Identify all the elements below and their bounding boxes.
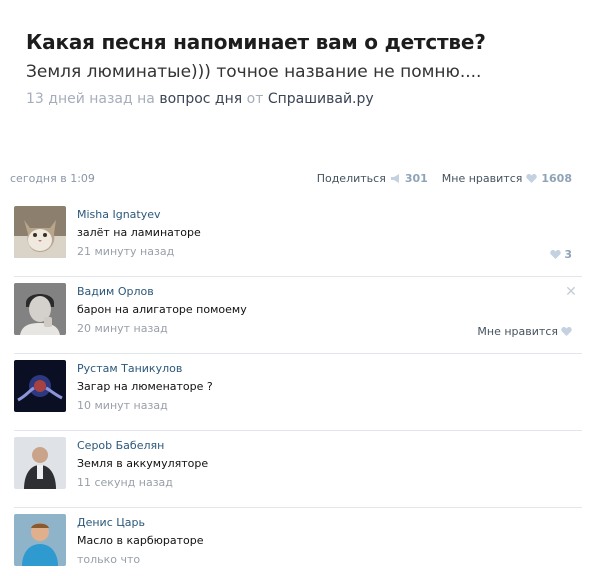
comment-item: Серob Бабелян Земля в аккумуляторе 11 се…: [14, 431, 582, 508]
avatar[interactable]: [14, 514, 66, 566]
comment-text: залёт на ламинаторе: [77, 226, 201, 239]
avatar[interactable]: [14, 283, 66, 335]
comment-like-button[interactable]: 3: [550, 248, 572, 261]
comment-author[interactable]: Денис Царь: [77, 516, 204, 529]
comment-time[interactable]: 11 секунд назад: [77, 476, 208, 489]
galaxy-avatar-icon: [14, 360, 66, 412]
comment-author[interactable]: Misha Ignatyev: [77, 208, 201, 221]
person-avatar-icon: [14, 283, 66, 335]
answer-text: Земля люминатые))) точное название не по…: [26, 62, 482, 82]
comment-item: Misha Ignatyev залёт на ламинаторе 21 ми…: [14, 200, 582, 277]
comment-body: Misha Ignatyev залёт на ламинаторе 21 ми…: [77, 208, 201, 258]
megaphone-icon: [390, 174, 399, 183]
avatar[interactable]: [14, 360, 66, 412]
person-avatar-icon: [14, 514, 66, 566]
comment-time[interactable]: 20 минут назад: [77, 322, 247, 335]
meta-on: на: [137, 91, 155, 107]
comment-author[interactable]: Рустам Таникулов: [77, 362, 213, 375]
source-link[interactable]: Спрашивай.ру: [268, 91, 374, 107]
share-button[interactable]: Поделиться: [317, 172, 386, 185]
post-actions: Поделиться 301 Мне нравится 1608: [317, 172, 572, 185]
like-button[interactable]: Мне нравится: [442, 172, 523, 185]
comments-list: Misha Ignatyev залёт на ламинаторе 21 ми…: [14, 200, 582, 576]
heart-icon: [550, 250, 562, 259]
comment-item: Вадим Орлов барон на алигаторе помоему 2…: [14, 277, 582, 354]
question-title: Какая песня напоминает вам о детстве?: [26, 30, 486, 54]
comment-text: барон на алигаторе помоему: [77, 303, 247, 316]
question-meta: 13 дней назад на вопрос дня от Спрашивай…: [26, 91, 586, 107]
question-block: Какая песня напоминает вам о детстве? Зе…: [26, 30, 586, 107]
heart-icon: [561, 327, 572, 336]
cat-avatar-icon: [14, 206, 66, 258]
avatar[interactable]: [14, 437, 66, 489]
meta-time: 13 дней назад: [26, 91, 133, 107]
meta-from: от: [246, 91, 264, 107]
comment-time[interactable]: 10 минут назад: [77, 399, 213, 412]
comment-author[interactable]: Вадим Орлов: [77, 285, 247, 298]
share-count: 301: [404, 172, 428, 185]
comment-body: Вадим Орлов барон на алигаторе помоему 2…: [77, 285, 247, 335]
like-count: 1608: [541, 172, 572, 185]
comment-like-button[interactable]: Мне нравится: [477, 325, 572, 338]
post-time: сегодня в 1:09: [10, 172, 95, 185]
comment-item: Рустам Таникулов Загар на люменаторе ? 1…: [14, 354, 582, 431]
comment-like-count: 3: [564, 248, 572, 261]
comment-body: Серob Бабелян Земля в аккумуляторе 11 се…: [77, 439, 208, 489]
question-of-day-link[interactable]: вопрос дня: [159, 91, 242, 107]
comment-body: Рустам Таникулов Загар на люменаторе ? 1…: [77, 362, 213, 412]
person-avatar-icon: [14, 437, 66, 489]
comment-text: Загар на люменаторе ?: [77, 380, 213, 393]
comment-text: Масло в карбюраторе: [77, 534, 204, 547]
close-icon[interactable]: ✕: [564, 285, 578, 299]
comment-author[interactable]: Серob Бабелян: [77, 439, 208, 452]
post-stats: сегодня в 1:09 Поделиться 301 Мне нравит…: [10, 170, 582, 188]
comment-item: Денис Царь Масло в карбюраторе только чт…: [14, 508, 582, 576]
comment-like-label: Мне нравится: [477, 325, 558, 338]
comment-text: Земля в аккумуляторе: [77, 457, 209, 470]
comment-time[interactable]: только что: [77, 553, 204, 566]
comment-body: Денис Царь Масло в карбюраторе только чт…: [77, 516, 204, 566]
comment-time[interactable]: 21 минуту назад: [77, 245, 201, 258]
avatar[interactable]: [14, 206, 66, 258]
heart-icon: [526, 174, 538, 183]
